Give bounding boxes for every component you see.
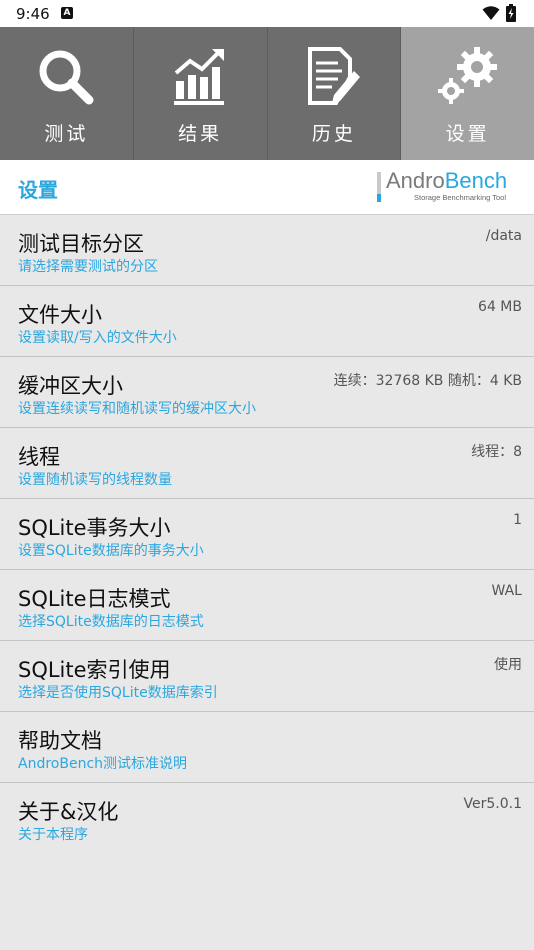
- setting-title: SQLite日志模式: [18, 587, 171, 611]
- setting-title: SQLite事务大小: [18, 516, 171, 540]
- status-time: 9:46: [16, 5, 50, 23]
- setting-value: 线程：8: [471, 444, 522, 460]
- setting-title: 帮助文档: [18, 729, 102, 753]
- logo-bar-top: [377, 172, 381, 194]
- setting-subtitle: 设置随机读写的线程数量: [18, 472, 172, 488]
- setting-file-size[interactable]: 文件大小 设置读取/写入的文件大小 64 MB: [0, 286, 534, 357]
- tab-history[interactable]: 历史: [267, 27, 402, 160]
- setting-value: 1: [513, 512, 522, 528]
- notification-icon: A: [61, 7, 73, 19]
- setting-title: 文件大小: [18, 303, 102, 327]
- logo-text-andro: Andro: [386, 168, 445, 193]
- setting-subtitle: 请选择需要测试的分区: [18, 259, 158, 275]
- setting-value: WAL: [491, 583, 522, 599]
- logo-subtitle: Storage Benchmarking Tool: [414, 193, 506, 202]
- tab-test[interactable]: 测试: [0, 27, 134, 160]
- setting-value: /data: [485, 228, 522, 244]
- setting-buffer-size[interactable]: 缓冲区大小 设置连续读写和随机读写的缓冲区大小 连续：32768 KB 随机：4…: [0, 357, 534, 428]
- settings-list: 测试目标分区 请选择需要测试的分区 /data 文件大小 设置读取/写入的文件大…: [0, 215, 534, 854]
- setting-subtitle: 选择是否使用SQLite数据库索引: [18, 685, 218, 701]
- setting-value: 使用: [494, 657, 522, 673]
- status-bar: 9:46 A: [0, 0, 534, 27]
- setting-sqlite-journal-mode[interactable]: SQLite日志模式 选择SQLite数据库的日志模式 WAL: [0, 570, 534, 641]
- setting-title: 缓冲区大小: [18, 374, 123, 398]
- tab-history-label: 历史: [311, 123, 356, 145]
- setting-subtitle: 设置连续读写和随机读写的缓冲区大小: [18, 401, 256, 417]
- setting-value: Ver5.0.1: [463, 796, 522, 812]
- wifi-icon: [482, 6, 500, 20]
- setting-target-partition[interactable]: 测试目标分区 请选择需要测试的分区 /data: [0, 215, 534, 286]
- setting-title: SQLite索引使用: [18, 658, 171, 682]
- logo-text-bench: Bench: [444, 168, 508, 193]
- tab-test-label: 测试: [44, 123, 89, 145]
- setting-threads[interactable]: 线程 设置随机读写的线程数量 线程：8: [0, 428, 534, 499]
- battery-icon: [506, 4, 516, 22]
- setting-value: 连续：32768 KB 随机：4 KB: [333, 373, 522, 389]
- setting-subtitle: 选择SQLite数据库的日志模式: [18, 614, 204, 630]
- setting-title: 关于&汉化: [18, 800, 119, 824]
- tab-results-label: 结果: [178, 123, 223, 145]
- tab-settings[interactable]: 设置: [401, 27, 534, 160]
- androbench-logo: AndroBench Storage Benchmarking Tool: [377, 168, 522, 204]
- search-icon: [39, 50, 94, 105]
- setting-sqlite-index[interactable]: SQLite索引使用 选择是否使用SQLite数据库索引 使用: [0, 641, 534, 712]
- setting-sqlite-transaction-size[interactable]: SQLite事务大小 设置SQLite数据库的事务大小 1: [0, 499, 534, 570]
- setting-help-docs[interactable]: 帮助文档 AndroBench测试标准说明: [0, 712, 534, 783]
- chart-icon: [174, 49, 225, 105]
- setting-title: 线程: [18, 445, 60, 469]
- page-title: 设置: [18, 178, 58, 202]
- setting-title: 测试目标分区: [18, 232, 144, 256]
- setting-subtitle: 设置读取/写入的文件大小: [18, 330, 177, 346]
- setting-about[interactable]: 关于&汉化 关于本程序 Ver5.0.1: [0, 783, 534, 854]
- setting-subtitle: AndroBench测试标准说明: [18, 756, 188, 772]
- tab-bar: 测试 结果 历史 设置: [0, 27, 534, 160]
- setting-subtitle: 关于本程序: [18, 827, 88, 843]
- gear-icon: [437, 47, 497, 104]
- logo-text: AndroBench: [386, 168, 507, 194]
- tab-settings-label: 设置: [445, 123, 490, 145]
- setting-subtitle: 设置SQLite数据库的事务大小: [18, 543, 204, 559]
- setting-value: 64 MB: [478, 299, 522, 315]
- document-edit-icon: [307, 47, 360, 105]
- tab-results[interactable]: 结果: [133, 27, 268, 160]
